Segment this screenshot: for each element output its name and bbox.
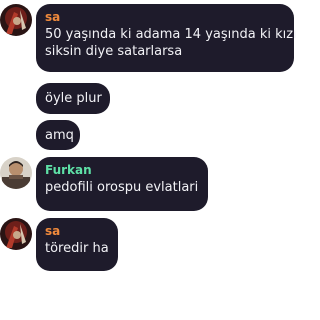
avatar-furkan[interactable] [0,157,32,189]
message-line: töredir ha [45,241,109,256]
message-line: pedofili orospu evlatlari [45,180,199,195]
author-name[interactable]: Furkan [45,163,198,178]
message-bubble: Furkan pedofili orospu evlatlari [36,157,208,211]
avatar-sa[interactable] [0,218,32,250]
message-bubble: sa 50 yaşında ki adama 14 yaşında ki kız… [36,4,297,72]
message-text: amq [45,127,74,143]
message-line: siksin diye satarlarsa [45,44,183,59]
message-text: öyle plur [45,91,102,106]
message-bubble: öyle plur [36,83,110,114]
author-name[interactable]: sa [45,224,108,239]
avatar-sa[interactable] [0,4,32,36]
message-bubble: amq [36,120,80,150]
user-avatar-icon [0,218,32,250]
message-bubble: sa töredir ha [36,218,118,271]
user-avatar-icon [0,4,32,36]
author-name[interactable]: sa [45,10,284,25]
message-line: 50 yaşında ki adama 14 yaşında ki kızı [45,27,297,42]
user-avatar-icon [0,157,32,189]
